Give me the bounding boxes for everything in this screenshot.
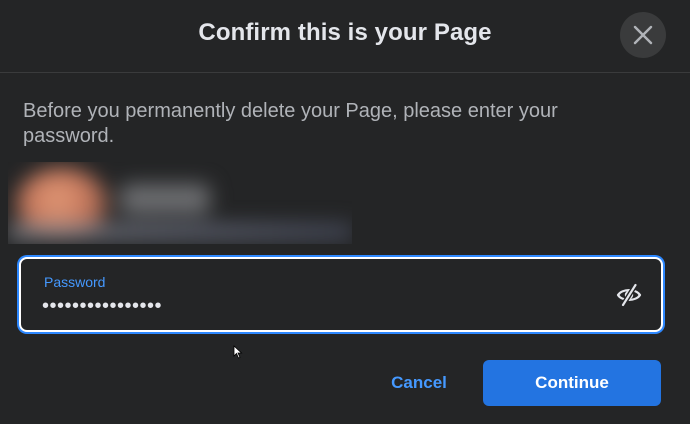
blurred-account-info <box>8 162 352 244</box>
dialog-title: Confirm this is your Page <box>198 19 492 46</box>
dialog-header: Confirm this is your Page <box>0 0 690 73</box>
confirm-page-dialog: Confirm this is your Page Before you per… <box>0 0 690 424</box>
cancel-button[interactable]: Cancel <box>372 363 466 403</box>
password-label: Password <box>44 274 106 290</box>
account-detail-redacted <box>8 224 352 240</box>
close-button[interactable] <box>620 12 666 58</box>
continue-button[interactable]: Continue <box>483 360 661 406</box>
show-password-toggle[interactable] <box>615 281 643 309</box>
instructions-text: Before you permanently delete your Page,… <box>23 100 558 147</box>
password-input[interactable]: •••••••••••••••• <box>42 294 162 318</box>
close-icon <box>633 25 653 45</box>
password-field[interactable]: Password •••••••••••••••• <box>19 257 663 332</box>
account-name-redacted <box>120 184 210 214</box>
mouse-pointer-icon <box>233 345 243 359</box>
eye-off-icon <box>616 282 642 308</box>
account-identity <box>8 162 352 244</box>
